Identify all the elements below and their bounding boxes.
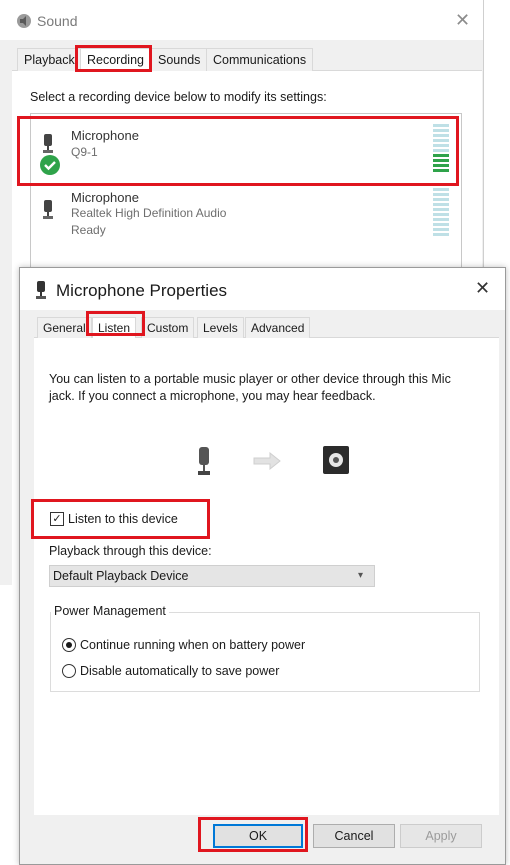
chevron-down-icon: ▾ bbox=[358, 570, 364, 581]
radio-label: Continue running when on battery power bbox=[80, 638, 306, 652]
cancel-button[interactable]: Cancel bbox=[313, 824, 395, 848]
device-name: Microphone bbox=[71, 190, 139, 205]
microphone-icon bbox=[35, 280, 47, 305]
ok-button[interactable]: OK bbox=[213, 824, 303, 848]
level-segment bbox=[433, 149, 449, 152]
green-check-icon bbox=[39, 154, 61, 181]
sound-instruction: Select a recording device below to modif… bbox=[30, 90, 327, 104]
tab-recording[interactable]: Recording bbox=[80, 48, 151, 71]
listen-checkbox-row[interactable]: ✓ Listen to this device bbox=[50, 512, 178, 526]
radio-button[interactable] bbox=[62, 664, 76, 678]
tab-sounds[interactable]: Sounds bbox=[151, 48, 208, 71]
level-segment bbox=[433, 218, 449, 221]
speaker-box-icon bbox=[321, 444, 351, 481]
apply-button[interactable]: Apply bbox=[400, 824, 482, 848]
radio-disable-automatically[interactable]: Disable automatically to save power bbox=[62, 664, 279, 678]
device-status: Ready bbox=[71, 223, 106, 237]
level-segment bbox=[433, 159, 449, 162]
power-management-legend: Power Management bbox=[51, 604, 169, 618]
level-segment bbox=[433, 213, 449, 216]
radio-label: Disable automatically to save power bbox=[80, 664, 280, 678]
level-segment bbox=[433, 169, 449, 172]
power-management-group bbox=[50, 612, 480, 692]
level-segment bbox=[433, 198, 449, 201]
radio-button[interactable] bbox=[62, 638, 76, 652]
microphone-properties-dialog: Microphone Properties ✕ General Listen C… bbox=[19, 267, 506, 865]
level-segment bbox=[433, 164, 449, 167]
listen-checkbox[interactable]: ✓ bbox=[50, 512, 64, 526]
level-segment bbox=[433, 139, 449, 142]
device-name: Microphone bbox=[71, 128, 139, 143]
level-segment bbox=[433, 193, 449, 196]
playback-device-select[interactable]: Default Playback Device ▾ bbox=[49, 565, 375, 587]
level-segment bbox=[433, 223, 449, 226]
tab-levels[interactable]: Levels bbox=[197, 317, 244, 338]
arrow-right-icon bbox=[252, 451, 282, 475]
listen-checkbox-label: Listen to this device bbox=[68, 512, 178, 526]
playback-label: Playback through this device: bbox=[49, 544, 212, 558]
tab-communications[interactable]: Communications bbox=[206, 48, 314, 71]
dialog-close-button[interactable]: ✕ bbox=[475, 278, 490, 299]
listen-description: You can listen to a portable music playe… bbox=[49, 372, 451, 403]
tab-listen[interactable]: Listen bbox=[92, 317, 137, 338]
dialog-title: Microphone Properties bbox=[56, 281, 228, 300]
level-segment bbox=[433, 134, 449, 137]
device-subtitle: Q9-1 bbox=[71, 145, 98, 159]
level-meter bbox=[433, 124, 449, 174]
tab-playback[interactable]: Playback bbox=[17, 48, 82, 71]
device-row-realtek[interactable]: Microphone Realtek High Definition Audio… bbox=[31, 186, 461, 266]
speaker-icon bbox=[15, 12, 33, 35]
level-meter bbox=[433, 188, 449, 238]
device-row-q9-1[interactable]: Microphone Q9-1 bbox=[31, 114, 461, 186]
sound-close-button[interactable]: ✕ bbox=[455, 10, 470, 31]
device-subtitle: Realtek High Definition Audio bbox=[71, 206, 227, 220]
level-segment bbox=[433, 188, 449, 191]
level-segment bbox=[433, 233, 449, 236]
tab-advanced[interactable]: Advanced bbox=[245, 317, 311, 338]
microphone-icon bbox=[195, 445, 213, 482]
level-segment bbox=[433, 203, 449, 206]
microphone-icon bbox=[41, 198, 55, 225]
level-segment bbox=[433, 228, 449, 231]
sound-window-title: Sound bbox=[37, 13, 78, 29]
level-segment bbox=[433, 124, 449, 127]
level-segment bbox=[433, 129, 449, 132]
tab-custom[interactable]: Custom bbox=[141, 317, 195, 338]
playback-device-value: Default Playback Device bbox=[53, 569, 189, 583]
level-segment bbox=[433, 208, 449, 211]
level-segment bbox=[433, 154, 449, 157]
recording-device-list: Microphone Q9-1 Microphone Realtek High … bbox=[30, 113, 462, 275]
radio-continue-running[interactable]: Continue running when on battery power bbox=[62, 638, 305, 652]
level-segment bbox=[433, 144, 449, 147]
tab-general[interactable]: General bbox=[37, 317, 92, 338]
